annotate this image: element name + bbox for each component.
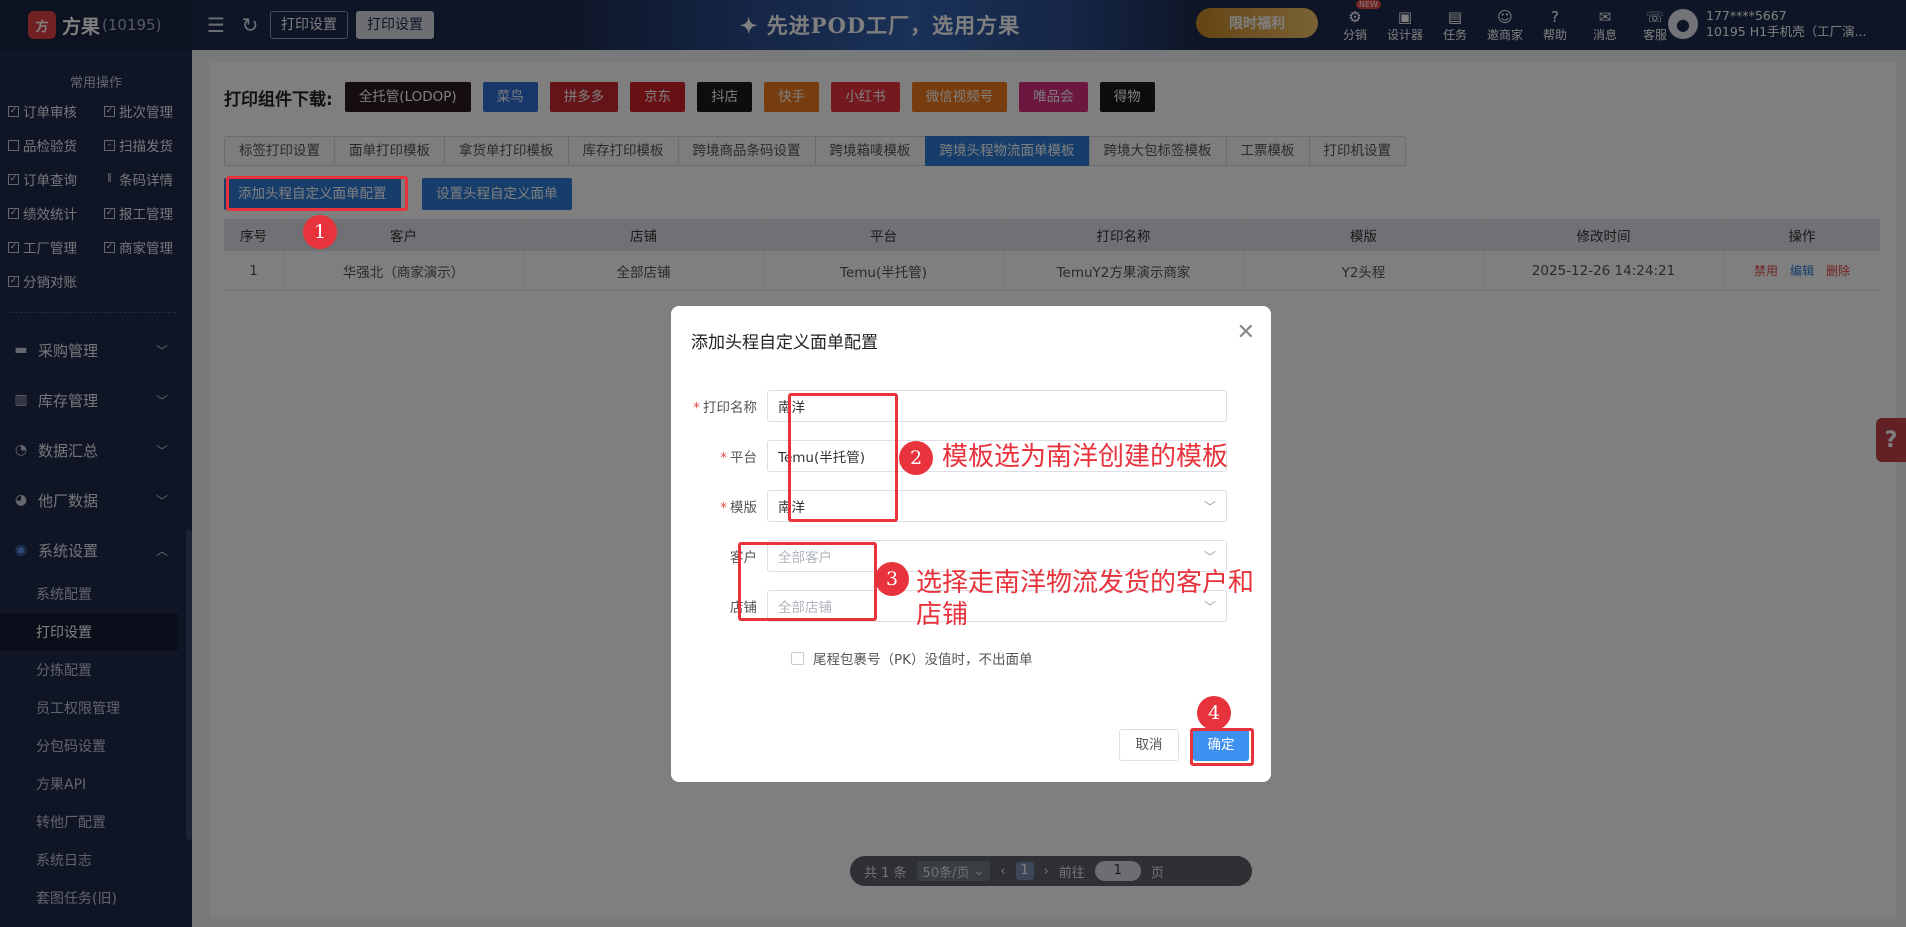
chevron-down-icon: ﹀ (1203, 549, 1216, 564)
highlight-add-button (226, 176, 408, 211)
required-mark: * (720, 500, 727, 516)
pk-checkbox-label: 尾程包裹号（PK）没值时，不出面单 (813, 652, 1033, 668)
highlight-customer-shop (738, 542, 877, 621)
step-badge-1: 1 (303, 215, 337, 249)
field-template: * 模版 南洋 ﹀ (691, 490, 1227, 522)
step-badge-2: 2 (899, 441, 933, 475)
note-customer-shop: 选择走南洋物流发货的客户和店铺 (916, 568, 1255, 630)
field-print-name: * 打印名称 南洋 (691, 390, 1227, 422)
step-badge-3: 3 (875, 562, 909, 596)
highlight-confirm-button (1190, 728, 1254, 766)
required-mark: * (693, 400, 700, 416)
close-icon[interactable]: ✕ (1237, 320, 1255, 345)
pk-checkbox[interactable] (791, 651, 804, 665)
cancel-button[interactable]: 取消 (1119, 729, 1179, 761)
step-badge-4: 4 (1197, 696, 1231, 730)
required-mark: * (720, 450, 727, 466)
dialog-title: 添加头程自定义面单配置 (691, 333, 878, 353)
pk-option[interactable]: 尾程包裹号（PK）没值时，不出面单 (791, 648, 1033, 668)
note-template: 模板选为南洋创建的模板 (942, 442, 1229, 472)
highlight-basic-fields (788, 393, 898, 522)
chevron-down-icon: ﹀ (1203, 499, 1216, 514)
